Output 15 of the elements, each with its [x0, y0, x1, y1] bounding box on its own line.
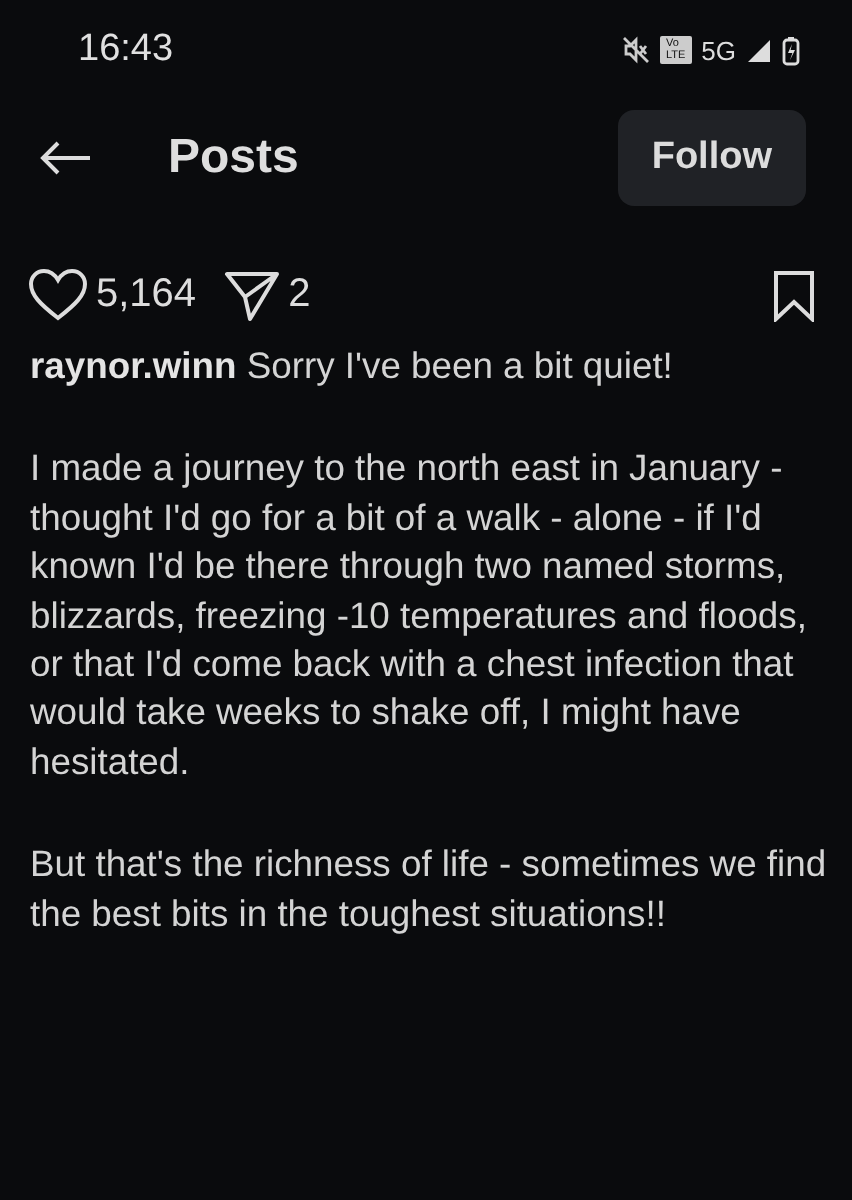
heart-icon[interactable]: [28, 268, 88, 322]
follow-button[interactable]: Follow: [617, 110, 806, 206]
caption-paragraph: I made a journey to the north east in January - thought I'd go for a bit of a walk - alone - if I'd known I'd be there through two named storms, blizzards, freezing -10 temperatures and floods, or that I'd come back with a chest infection that would take weeks to shake off, I might have hesitated.: [30, 444, 809, 786]
signal-icon: [746, 37, 772, 63]
status-time: 16:43: [78, 28, 174, 72]
network-type: 5G: [701, 35, 736, 65]
like-count: 5,164: [96, 272, 197, 318]
page-title: Posts: [168, 130, 301, 186]
bookmark-icon[interactable]: [772, 269, 816, 321]
caption-paragraph: raynor.winn Sorry I've been a bit quiet!: [30, 342, 675, 390]
caption-paragraph: But that's the richness of life - sometimes we find the best bits in the toughest situations!!: [30, 840, 829, 938]
battery-icon: [782, 35, 800, 65]
back-arrow-icon[interactable]: [40, 140, 92, 176]
send-icon[interactable]: [224, 269, 281, 321]
share-count: 2: [288, 272, 311, 318]
